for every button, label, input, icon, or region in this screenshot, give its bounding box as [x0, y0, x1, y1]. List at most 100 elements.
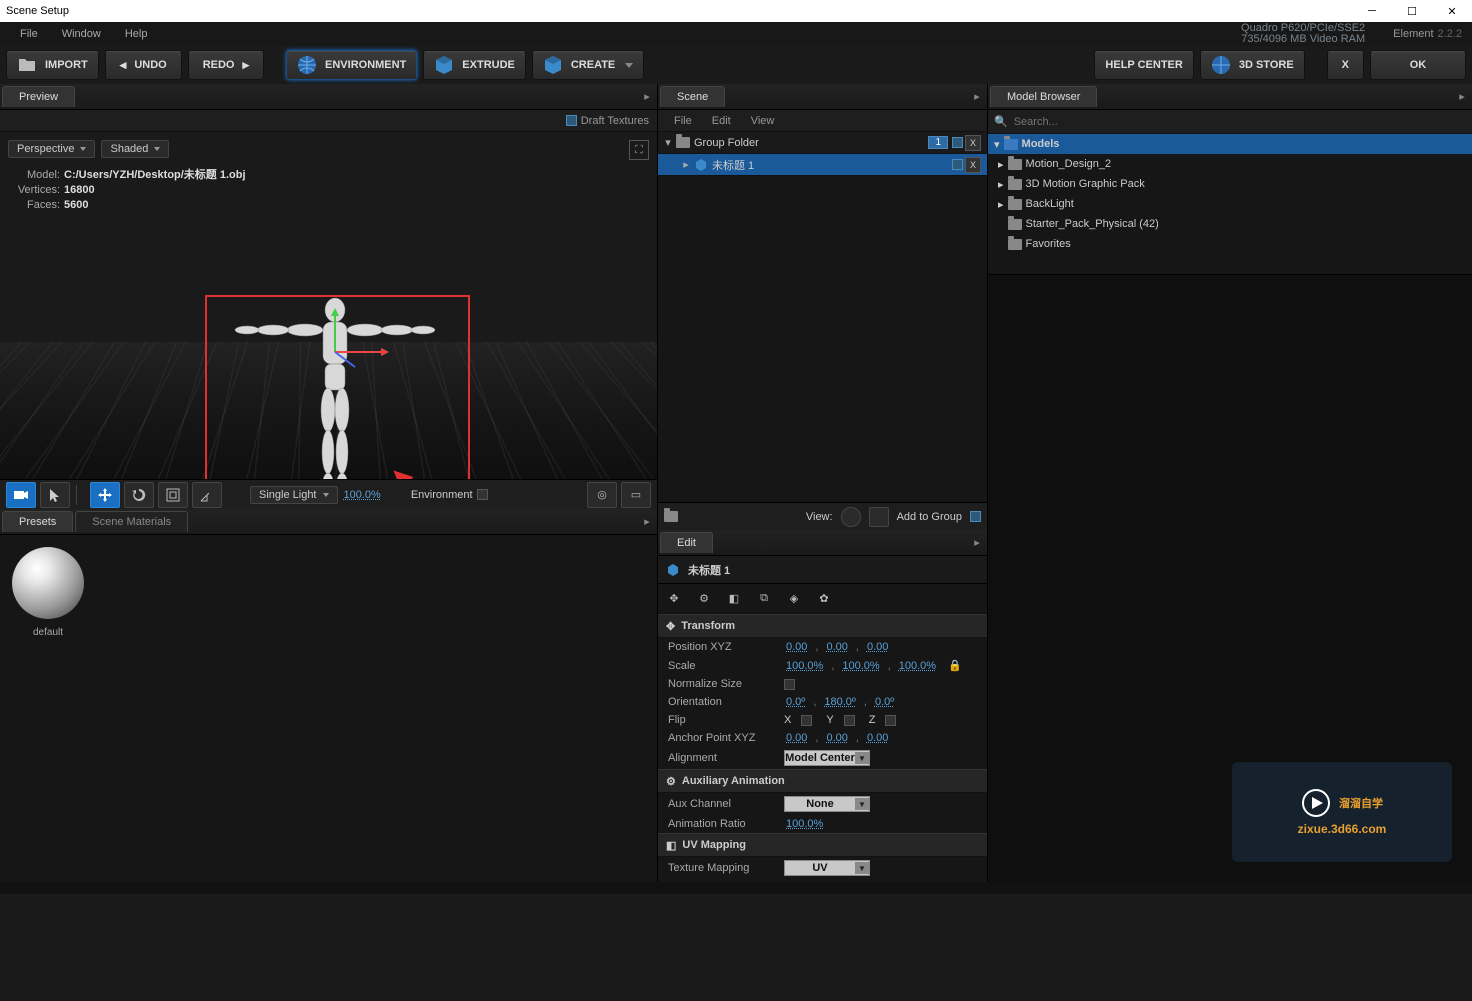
- redo-button[interactable]: REDO▸: [188, 50, 264, 80]
- menu-file[interactable]: File: [8, 28, 50, 40]
- add-to-group-button[interactable]: Add to Group: [897, 511, 962, 523]
- uv-section-header[interactable]: ◧ UV Mapping: [658, 833, 987, 857]
- disclosure-icon[interactable]: ▾: [994, 138, 1000, 151]
- scale-y[interactable]: 100.0%: [840, 660, 881, 672]
- model-tree-item[interactable]: ▸BackLight: [988, 194, 1472, 214]
- orient-y[interactable]: 180.0º: [822, 696, 858, 708]
- gear-icon[interactable]: ⚙: [694, 589, 714, 609]
- undo-button[interactable]: ◂UNDO: [105, 50, 182, 80]
- extrude-button[interactable]: EXTRUDE: [423, 50, 526, 80]
- scene-item-row[interactable]: ▸ 未标题 1 X: [658, 154, 987, 176]
- scene-group-folder-row[interactable]: ▾ Group Folder 1 X: [658, 132, 987, 154]
- 3d-store-button[interactable]: 3D STORE: [1200, 50, 1305, 80]
- shade-mode-dropdown[interactable]: Shaded: [101, 140, 169, 158]
- flip-y-checkbox[interactable]: [844, 715, 855, 726]
- position-y[interactable]: 0.00: [824, 641, 849, 653]
- move-tool[interactable]: [90, 482, 120, 508]
- normalize-checkbox[interactable]: [784, 679, 795, 690]
- scene-menu-view[interactable]: View: [743, 115, 783, 127]
- light-percentage[interactable]: 100.0%: [342, 489, 383, 501]
- preview-tab[interactable]: Preview: [2, 86, 75, 107]
- transform-section-header[interactable]: ✥ Transform: [658, 614, 987, 638]
- add-to-group-checkbox[interactable]: [970, 511, 981, 522]
- aux-channel-select[interactable]: None▼: [784, 796, 870, 812]
- alignment-select[interactable]: Model Center▼: [784, 750, 870, 766]
- close-x-button[interactable]: X: [1327, 50, 1364, 80]
- presets-tab[interactable]: Presets: [2, 511, 73, 532]
- scale-z[interactable]: 100.0%: [897, 660, 938, 672]
- rotate-tool[interactable]: [124, 482, 154, 508]
- move-icon[interactable]: ✥: [664, 589, 684, 609]
- create-button[interactable]: CREATE: [532, 50, 644, 80]
- panel-collapse-arrow[interactable]: ▸: [1452, 90, 1472, 103]
- panel-collapse-arrow[interactable]: ▸: [967, 90, 987, 103]
- search-input[interactable]: [1014, 116, 1466, 128]
- environment-checkbox[interactable]: [477, 489, 488, 500]
- delete-button[interactable]: X: [965, 157, 981, 173]
- minimize-button[interactable]: ─: [1352, 0, 1392, 22]
- scale-tool[interactable]: [158, 482, 188, 508]
- panel-collapse-arrow[interactable]: ▸: [967, 536, 987, 549]
- model-tree-item[interactable]: ▸3D Motion Graphic Pack: [988, 174, 1472, 194]
- import-button[interactable]: IMPORT: [6, 50, 99, 80]
- menu-help[interactable]: Help: [113, 28, 160, 40]
- scale-x[interactable]: 100.0%: [784, 660, 825, 672]
- view-mode-2[interactable]: [869, 507, 889, 527]
- flip-z-checkbox[interactable]: [885, 715, 896, 726]
- menu-window[interactable]: Window: [50, 28, 113, 40]
- panel-collapse-arrow[interactable]: ▸: [637, 515, 657, 528]
- position-x[interactable]: 0.00: [784, 641, 809, 653]
- environment-button[interactable]: ENVIRONMENT: [286, 50, 417, 80]
- maximize-button[interactable]: ☐: [1392, 0, 1432, 22]
- anchor-z[interactable]: 0.00: [865, 732, 890, 744]
- scene-menu-edit[interactable]: Edit: [704, 115, 739, 127]
- cube-icon: [543, 55, 563, 75]
- anchor-x[interactable]: 0.00: [784, 732, 809, 744]
- delete-button[interactable]: X: [965, 135, 981, 151]
- disclosure-icon[interactable]: ▸: [682, 158, 690, 171]
- aux-section-header[interactable]: ⚙ Auxiliary Animation: [658, 769, 987, 793]
- ok-button[interactable]: OK: [1370, 50, 1466, 80]
- preview-viewport[interactable]: Perspective Shaded ⛶ Model:C:/Users/YZH/…: [0, 132, 657, 479]
- orient-z[interactable]: 0.0º: [873, 696, 896, 708]
- visibility-checkbox[interactable]: [952, 159, 963, 170]
- draft-textures-checkbox[interactable]: [566, 115, 577, 126]
- focus-tool[interactable]: ◎: [587, 482, 617, 508]
- panel-collapse-arrow[interactable]: ▸: [637, 90, 657, 103]
- material-preset-default[interactable]: default: [12, 547, 84, 870]
- model-browser-tab[interactable]: Model Browser: [990, 86, 1097, 107]
- light-mode-dropdown[interactable]: Single Light: [250, 486, 338, 504]
- model-tree-item[interactable]: ▸Motion_Design_2: [988, 154, 1472, 174]
- anchor-tool[interactable]: [192, 482, 222, 508]
- settings-icon[interactable]: ✿: [814, 589, 834, 609]
- reflect-icon[interactable]: ◈: [784, 589, 804, 609]
- scene-menu-file[interactable]: File: [666, 115, 700, 127]
- camera-tool[interactable]: [6, 482, 36, 508]
- scene-materials-tab[interactable]: Scene Materials: [75, 511, 188, 532]
- animation-ratio[interactable]: 100.0%: [784, 818, 825, 830]
- model-tree-item[interactable]: ▸Favorites: [988, 234, 1472, 254]
- draft-textures-label: Draft Textures: [581, 115, 649, 127]
- help-center-button[interactable]: HELP CENTER: [1094, 50, 1193, 80]
- anchor-y[interactable]: 0.00: [824, 732, 849, 744]
- group-icon[interactable]: ⧉: [754, 589, 774, 609]
- visibility-checkbox[interactable]: [952, 137, 963, 148]
- lock-icon[interactable]: 🔒: [948, 659, 962, 672]
- new-folder-button[interactable]: [664, 511, 678, 522]
- scene-tab[interactable]: Scene: [660, 86, 725, 107]
- fullscreen-icon[interactable]: ⛶: [629, 140, 649, 160]
- model-tree-item[interactable]: ▸Starter_Pack_Physical (42): [988, 214, 1472, 234]
- view-mode-dropdown[interactable]: Perspective: [8, 140, 95, 158]
- material-icon[interactable]: ◧: [724, 589, 744, 609]
- model-tree-root[interactable]: ▾ Models: [988, 134, 1472, 154]
- position-z[interactable]: 0.00: [865, 641, 890, 653]
- orient-x[interactable]: 0.0º: [784, 696, 807, 708]
- texture-mapping-select[interactable]: UV▼: [784, 860, 870, 876]
- select-tool[interactable]: [40, 482, 70, 508]
- edit-tab[interactable]: Edit: [660, 532, 713, 553]
- close-button[interactable]: ✕: [1432, 0, 1472, 22]
- disclosure-icon[interactable]: ▾: [664, 136, 672, 149]
- view-mode-1[interactable]: [841, 507, 861, 527]
- frame-tool[interactable]: ▭: [621, 482, 651, 508]
- flip-x-checkbox[interactable]: [801, 715, 812, 726]
